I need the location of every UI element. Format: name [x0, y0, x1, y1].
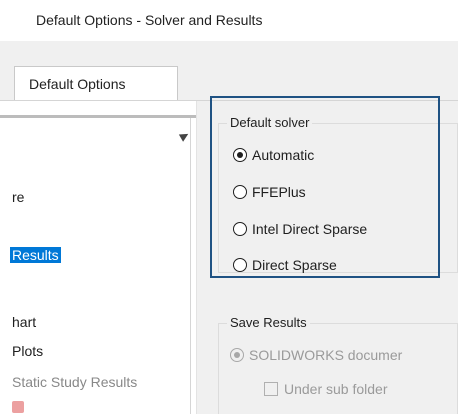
options-tree: ▶ re Results hart Plots Static Study Res…: [0, 101, 196, 414]
window-title: Default Options - Solver and Results: [36, 12, 263, 28]
save-results-legend: Save Results: [227, 315, 310, 330]
radio-solidworks-document[interactable]: SOLIDWORKS documer: [230, 347, 402, 363]
tree-scroll-divider: [190, 118, 191, 414]
checkbox-under-sub-folder[interactable]: Under sub folder: [264, 381, 388, 397]
tree-item-plots[interactable]: Plots: [12, 343, 43, 359]
checkbox-icon: [264, 382, 278, 396]
tree-item-static-study-results[interactable]: Static Study Results: [12, 374, 137, 390]
radio-selected-icon: [230, 348, 244, 362]
checkbox-under-sub-folder-label: Under sub folder: [284, 381, 388, 397]
tree-header-bar: [0, 115, 196, 118]
plot-icon: [12, 401, 24, 413]
default-solver-highlight: [210, 96, 440, 278]
tree-item-chart[interactable]: hart: [12, 314, 36, 330]
tree-item-results[interactable]: Results: [10, 247, 61, 263]
radio-solidworks-document-label: SOLIDWORKS documer: [249, 347, 403, 363]
save-results-group: Save Results: [218, 315, 458, 414]
tree-item-re[interactable]: re: [12, 189, 24, 205]
tab-default-options[interactable]: Default Options: [14, 66, 178, 101]
